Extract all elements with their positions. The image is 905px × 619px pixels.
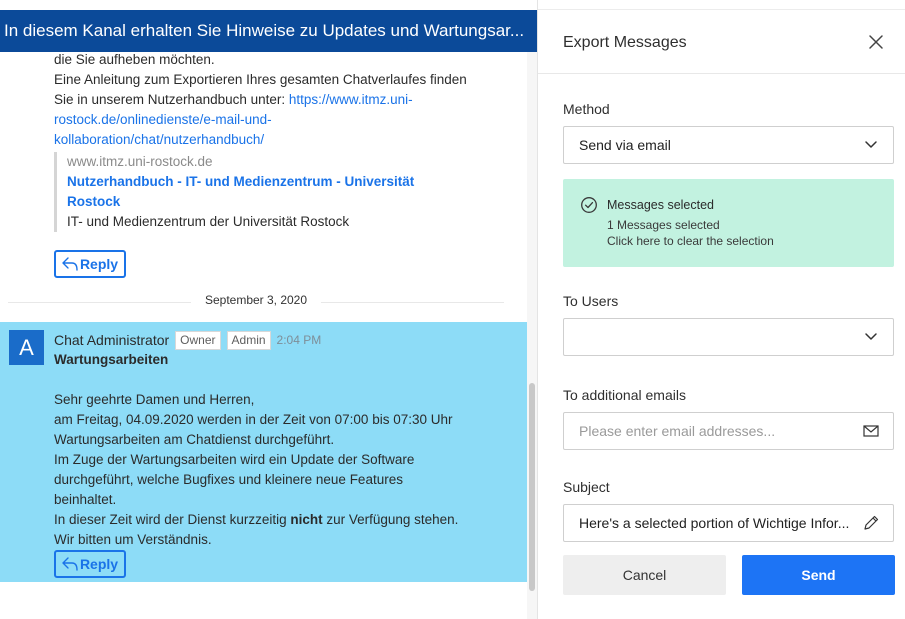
previous-message-line: Sie in unserem Nutzerhandbuch unter: htt… (54, 90, 494, 110)
method-label: Method (563, 101, 610, 117)
handbook-link-part[interactable]: https://www.itmz.uni- (289, 92, 413, 107)
message-header: Chat Administrator Owner Admin 2:04 PM (54, 330, 321, 350)
method-select[interactable]: Send via email (563, 126, 894, 164)
to-users-select[interactable] (563, 318, 894, 356)
check-circle-icon (581, 197, 597, 213)
date-separator: September 3, 2020 (8, 291, 504, 313)
message-subject: Wartungsarbeiten (54, 352, 169, 367)
message-timestamp: 2:04 PM (276, 333, 322, 347)
additional-emails-placeholder: Please enter email addresses... (579, 423, 776, 439)
subject-input[interactable]: Here's a selected portion of Wichtige In… (563, 504, 894, 542)
previous-message-line: Eine Anleitung zum Exportieren Ihres ges… (54, 72, 467, 87)
reply-label: Reply (79, 556, 119, 572)
selected-message-body: Sehr geehrte Damen und Herren, am Freita… (54, 390, 504, 550)
message-line: Im Zuge der Wartungsarbeiten wird ein Up… (54, 452, 415, 467)
selection-heading: Messages selected (607, 198, 715, 212)
scrollbar-thumb[interactable] (529, 383, 535, 591)
message-line: am Freitag, 04.09.2020 werden in der Zei… (54, 412, 453, 427)
link-preview-description: IT- und Medienzentrum der Universität Ro… (67, 214, 350, 229)
panel-divider (538, 73, 905, 74)
message-line: beinhaltet. (54, 492, 117, 507)
reply-icon (62, 257, 78, 271)
method-value: Send via email (579, 137, 671, 153)
message-text: In dieser Zeit wird der Dienst kurzzeiti… (54, 512, 291, 527)
message-line: Wir bitten um Verständnis. (54, 532, 212, 547)
link-preview[interactable]: www.itmz.uni-rostock.de Nutzerhandbuch -… (54, 152, 454, 232)
clear-selection-link[interactable]: Click here to clear the selection (607, 234, 774, 248)
previous-message-body: die Sie aufheben möchten. Eine Anleitung… (54, 50, 494, 150)
message-line: Wartungsarbeiten am Chatdienst durchgefü… (54, 432, 335, 447)
subject-value: Here's a selected portion of Wichtige In… (579, 515, 850, 531)
envelope-icon (863, 425, 879, 437)
handbook-link-part[interactable]: rostock.de/onlinedienste/e-mail-und- (54, 110, 494, 130)
reply-button[interactable]: Reply (54, 550, 126, 578)
role-badge-admin: Admin (226, 330, 271, 350)
send-button[interactable]: Send (742, 555, 895, 595)
messages-selected-notice[interactable]: Messages selected 1 Messages selected Cl… (563, 179, 894, 267)
channel-announcement-banner[interactable]: In diesem Kanal erhalten Sie Hinweise zu… (0, 10, 537, 52)
panel-title: Export Messages (563, 34, 687, 51)
reply-label: Reply (79, 256, 119, 272)
link-preview-title[interactable]: Nutzerhandbuch - IT- und Medienzentrum -… (67, 172, 454, 212)
reply-icon (62, 557, 78, 571)
date-separator-label: September 3, 2020 (190, 293, 322, 307)
handbook-link-part[interactable]: kollaboration/chat/nutzerhandbuch/ (54, 130, 494, 150)
message-bold-word: nicht (290, 512, 323, 527)
export-messages-panel: Export Messages Method Send via email Me… (537, 0, 905, 619)
message-line: Sehr geehrte Damen und Herren, (54, 392, 255, 407)
close-icon[interactable] (867, 33, 885, 51)
additional-emails-label: To additional emails (563, 387, 686, 403)
chevron-down-icon (865, 333, 877, 340)
role-badge-owner: Owner (175, 330, 221, 350)
additional-emails-input[interactable]: Please enter email addresses... (563, 412, 894, 450)
previous-message-text: Sie in unserem Nutzerhandbuch unter: (54, 92, 289, 107)
previous-message-line: die Sie aufheben möchten. (54, 52, 215, 67)
to-users-label: To Users (563, 293, 619, 309)
chat-area: In diesem Kanal erhalten Sie Hinweise zu… (0, 0, 537, 619)
message-line: durchgeführt, welche Bugfixes und kleine… (54, 472, 403, 487)
panel-top-strip (538, 0, 905, 10)
chat-top-strip (0, 0, 537, 10)
selection-count: 1 Messages selected (607, 218, 720, 232)
message-line: In dieser Zeit wird der Dienst kurzzeiti… (54, 510, 504, 530)
link-preview-host: www.itmz.uni-rostock.de (67, 154, 213, 169)
author-name[interactable]: Chat Administrator (54, 332, 169, 348)
cancel-button[interactable]: Cancel (563, 555, 726, 595)
avatar[interactable]: A (9, 330, 44, 365)
chevron-down-icon (865, 141, 877, 148)
reply-button[interactable]: Reply (54, 250, 126, 278)
message-text: zur Verfügung stehen. (322, 512, 459, 527)
pencil-icon (864, 515, 879, 530)
subject-label: Subject (563, 479, 610, 495)
